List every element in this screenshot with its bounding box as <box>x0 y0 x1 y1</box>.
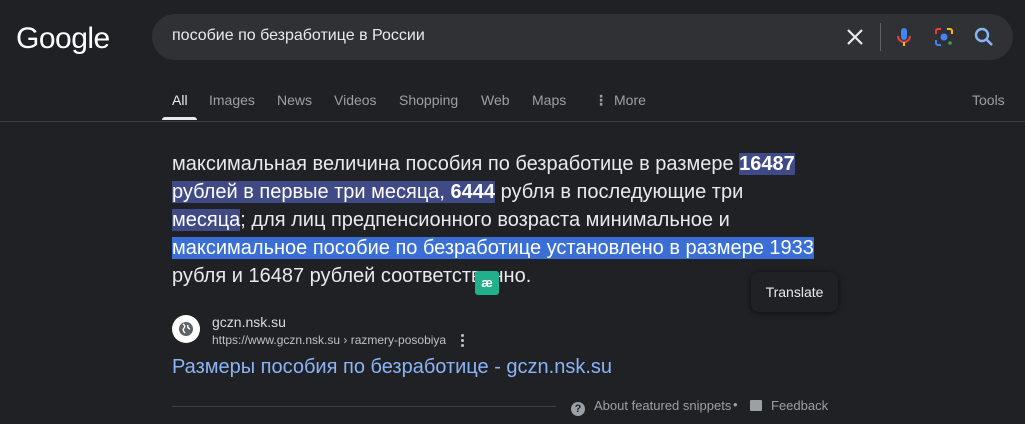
tab-all[interactable]: All <box>172 92 188 108</box>
more-options-icon[interactable] <box>456 332 470 348</box>
featured-snippet-text: максимальная величина пособия по безрабо… <box>172 150 822 290</box>
globe-icon[interactable] <box>172 315 200 343</box>
about-label: About featured snippets <box>594 398 732 413</box>
more-vert-icon: ⋮ <box>594 92 608 108</box>
microphone-icon[interactable] <box>892 25 916 49</box>
google-logo[interactable]: Google <box>16 22 110 56</box>
feedback-label: Feedback <box>771 398 829 413</box>
feedback-icon <box>750 400 762 411</box>
tab-more[interactable]: ⋮ More <box>594 92 646 109</box>
help-icon: ? <box>571 402 585 416</box>
source-site-name[interactable]: gczn.nsk.su <box>212 314 286 330</box>
tab-maps[interactable]: Maps <box>532 92 566 108</box>
tab-more-label: More <box>614 92 646 108</box>
snippet-selection: максимальное пособие по безработице уста… <box>172 237 814 259</box>
snippet-highlight-3: 6444 <box>450 181 496 203</box>
tab-images[interactable]: Images <box>209 92 255 108</box>
translate-button[interactable]: Translate <box>751 272 838 312</box>
search-icon[interactable] <box>972 25 996 49</box>
search-bar[interactable]: пособие по безработице в России <box>152 14 1013 60</box>
divider <box>172 406 556 407</box>
snippet-highlight-1: 16487 <box>739 153 795 175</box>
search-tabs: All Images News Videos Shopping Web Maps… <box>0 88 1025 122</box>
tab-videos[interactable]: Videos <box>334 92 377 108</box>
snippet-highlight-4: месяца <box>172 209 241 231</box>
search-input[interactable]: пособие по безработице в России <box>172 27 425 45</box>
source-url[interactable]: https://www.gczn.nsk.su › razmery-posobi… <box>212 333 446 347</box>
footer-separator: • <box>733 397 738 412</box>
lens-icon[interactable] <box>932 25 956 49</box>
tools-button[interactable]: Tools <box>972 92 1005 108</box>
active-tab-indicator <box>162 117 197 120</box>
header: Google пособие по безработице в России A… <box>0 0 1025 122</box>
close-icon[interactable] <box>843 25 867 49</box>
about-featured-snippets[interactable]: ? About featured snippets <box>571 398 731 416</box>
search-divider <box>880 23 881 51</box>
tab-news[interactable]: News <box>277 92 312 108</box>
tab-web[interactable]: Web <box>481 92 510 108</box>
feedback-button[interactable]: Feedback <box>750 398 828 413</box>
tab-shopping[interactable]: Shopping <box>399 92 458 108</box>
translate-extension-icon[interactable]: æ <box>475 271 499 295</box>
snippet-text-3: ; для лиц предпенсионного возраста миним… <box>240 209 730 231</box>
snippet-highlight-2: рублей в первые три месяца, <box>172 181 451 203</box>
snippet-text-2: рубля в последующие три <box>495 181 744 203</box>
snippet-text-1: максимальная величина пособия по безрабо… <box>172 153 740 175</box>
result-title-link[interactable]: Размеры пособия по безработице - gczn.ns… <box>172 356 612 379</box>
